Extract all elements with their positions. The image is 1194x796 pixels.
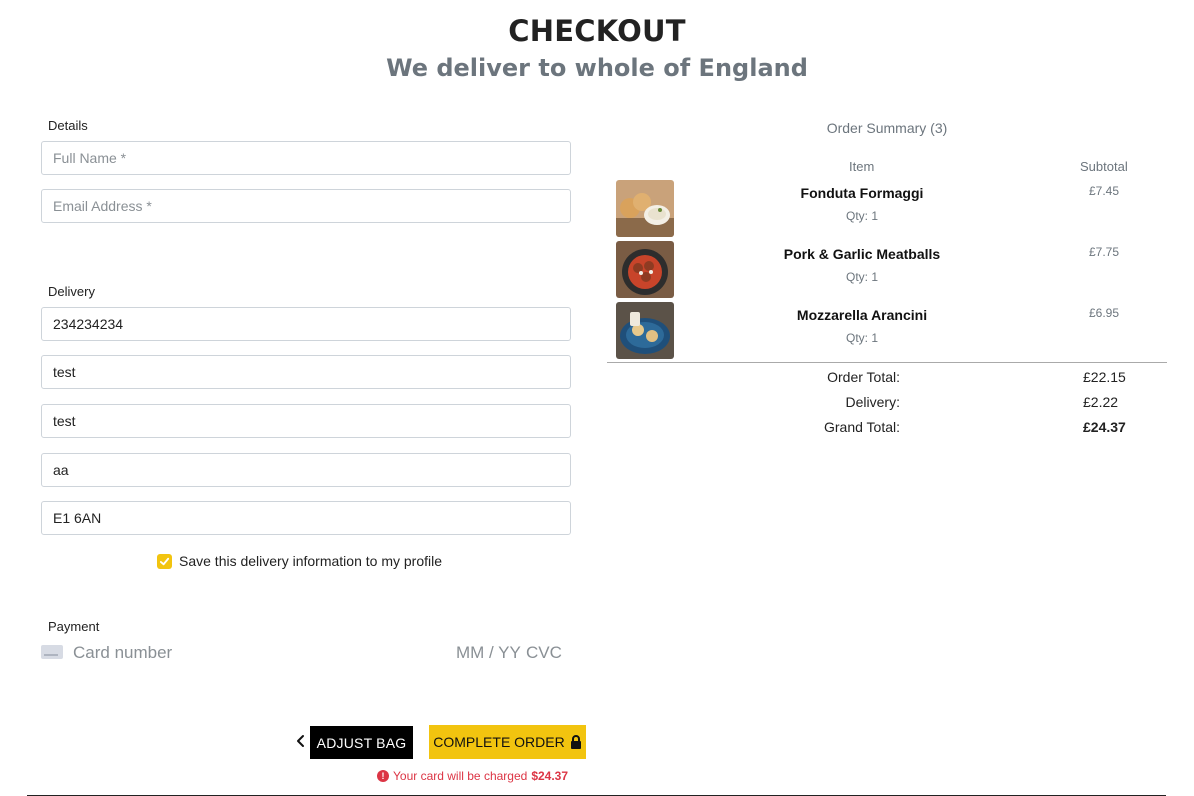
address-line-1-field[interactable] <box>41 355 571 389</box>
item-quantity: Qty: 1 <box>845 209 878 223</box>
charge-text: Your card will be charged <box>393 769 528 783</box>
save-info-checkbox[interactable] <box>157 553 172 569</box>
complete-order-button[interactable]: COMPLETE ORDER <box>429 725 586 759</box>
item-quantity: Qty: 1 <box>845 270 878 284</box>
postcode-field[interactable] <box>41 501 571 535</box>
chevron-left-icon[interactable] <box>294 731 308 751</box>
save-info-label[interactable]: Save this delivery information to my pro… <box>179 553 442 569</box>
card-cvc-input[interactable]: CVC <box>526 643 562 663</box>
item-subtotal: £6.95 <box>1089 306 1120 320</box>
delivery-cost-label: Delivery: <box>845 394 900 410</box>
address-line-2-input[interactable] <box>42 405 570 437</box>
alert-icon: ! <box>377 770 389 782</box>
checkout-form: Details Delivery Save this delivery info… <box>0 0 600 796</box>
payment-label: Payment <box>48 619 100 634</box>
check-icon <box>159 557 170 565</box>
item-name: Fonduta Formaggi <box>800 185 924 201</box>
item-image <box>616 180 674 237</box>
address-line-1-input[interactable] <box>42 356 570 388</box>
adjust-bag-button[interactable]: ADJUST BAG <box>310 726 413 759</box>
phone-field[interactable] <box>41 307 571 341</box>
order-item: Fonduta Formaggi Qty: 1 £7.45 <box>607 180 1167 238</box>
town-field[interactable] <box>41 453 571 487</box>
card-element[interactable]: Card number MM / YY CVC <box>41 641 571 665</box>
charge-notice: ! Your card will be charged $24.37 <box>377 769 568 783</box>
details-label: Details <box>48 118 88 133</box>
item-subtotal: £7.75 <box>1089 245 1120 259</box>
order-total-label: Order Total: <box>827 369 900 385</box>
order-summary-title: Order Summary (3) <box>826 120 948 136</box>
card-expiry-input[interactable]: MM / YY <box>456 643 521 663</box>
complete-order-label: COMPLETE ORDER <box>433 734 565 750</box>
item-subtotal: £7.45 <box>1089 184 1120 198</box>
order-total-value: £22.15 <box>1083 369 1126 385</box>
order-item: Pork & Garlic Meatballs Qty: 1 £7.75 <box>607 241 1167 299</box>
item-image <box>616 302 674 359</box>
delivery-label: Delivery <box>48 284 95 299</box>
grand-total-value: £24.37 <box>1083 419 1126 435</box>
item-name: Pork & Garlic Meatballs <box>783 246 941 262</box>
subtotal-column-header: Subtotal <box>1080 159 1128 174</box>
item-image <box>616 241 674 298</box>
town-input[interactable] <box>42 454 570 486</box>
lock-icon <box>570 735 581 749</box>
address-line-2-field[interactable] <box>41 404 571 438</box>
summary-divider <box>607 362 1167 363</box>
item-quantity: Qty: 1 <box>845 331 878 345</box>
full-name-field[interactable] <box>41 141 571 175</box>
postcode-input[interactable] <box>42 502 570 534</box>
email-input[interactable] <box>42 190 570 222</box>
charge-amount: $24.37 <box>531 769 569 783</box>
save-info-row: Save this delivery information to my pro… <box>157 553 442 569</box>
credit-card-icon <box>41 645 63 659</box>
full-name-input[interactable] <box>42 142 570 174</box>
email-field[interactable] <box>41 189 571 223</box>
order-summary: Order Summary (3) Item Subtotal Fonduta … <box>607 0 1167 796</box>
item-column-header: Item <box>849 159 875 174</box>
item-name: Mozzarella Arancini <box>796 307 928 323</box>
card-number-input[interactable]: Card number <box>73 643 172 663</box>
grand-total-label: Grand Total: <box>823 419 900 435</box>
phone-input[interactable] <box>42 308 570 340</box>
order-item: Mozzarella Arancini Qty: 1 £6.95 <box>607 302 1167 360</box>
delivery-cost-value: £2.22 <box>1083 394 1119 410</box>
